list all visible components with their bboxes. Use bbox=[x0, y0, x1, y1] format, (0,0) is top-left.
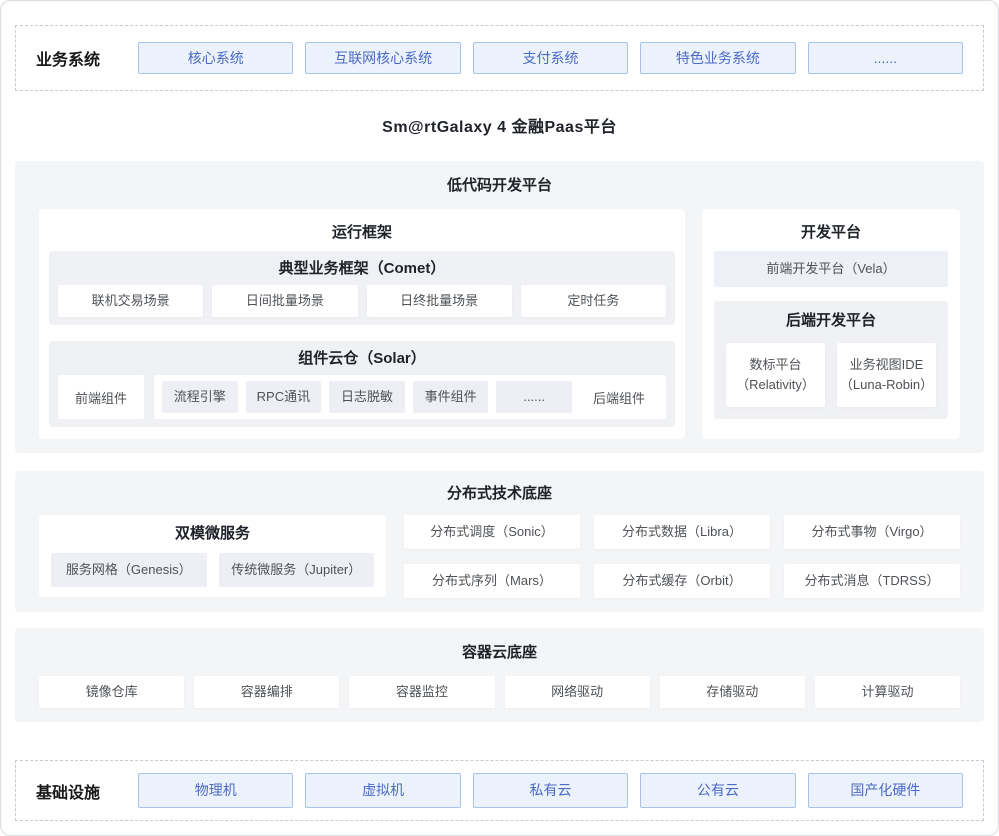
backend-dev-platform-box: 后端开发平台 数标平台 （Relativity） 业务视图IDE （Luna-R… bbox=[714, 301, 948, 419]
dev-platform-title: 开发平台 bbox=[714, 209, 948, 243]
solar-component-chip: 日志脱敏 bbox=[329, 381, 405, 413]
backend-platform-name: 业务视图IDE bbox=[850, 355, 924, 375]
dual-mode-chips: 服务网格（Genesis） 传统微服务（Jupiter） bbox=[51, 553, 374, 587]
business-system-button: 特色业务系统 bbox=[640, 42, 795, 74]
distributed-service-grid: 分布式调度（Sonic） 分布式数据（Libra） 分布式事物（Virgo） 分… bbox=[404, 515, 960, 598]
dual-mode-chip: 服务网格（Genesis） bbox=[51, 553, 207, 587]
container-cloud-section: 容器云底座 镜像仓库 容器编排 容器监控 网络驱动 存储驱动 计算驱动 bbox=[15, 628, 984, 722]
infrastructure-button: 物理机 bbox=[138, 773, 293, 808]
container-cloud-chip: 容器监控 bbox=[349, 676, 494, 708]
solar-frontend-label: 前端组件 bbox=[58, 375, 144, 419]
backend-platform-code: （Luna-Robin） bbox=[840, 375, 933, 395]
solar-component-box: 组件云仓（Solar） 前端组件 流程引擎 RPC通讯 日 bbox=[49, 341, 675, 427]
dual-mode-chip: 传统微服务（Jupiter） bbox=[219, 553, 375, 587]
distributed-service-chip: 分布式调度（Sonic） bbox=[404, 515, 580, 549]
backend-platform-code: （Relativity） bbox=[736, 375, 815, 395]
business-systems-buttons: 核心系统 互联网核心系统 支付系统 特色业务系统 ...... bbox=[138, 42, 963, 74]
distributed-content: 双模微服务 服务网格（Genesis） 传统微服务（Jupiter） 分布式调度… bbox=[39, 515, 960, 598]
business-system-button: 支付系统 bbox=[473, 42, 628, 74]
comet-scenario-chip: 日间批量场景 bbox=[212, 285, 357, 317]
container-cloud-chip: 计算驱动 bbox=[815, 676, 960, 708]
dev-platform-box: 开发平台 前端开发平台（Vela） 后端开发平台 数标平台 （Relativit… bbox=[702, 209, 960, 439]
lowcode-platform-title: 低代码开发平台 bbox=[39, 175, 960, 197]
business-system-button: 核心系统 bbox=[138, 42, 293, 74]
business-systems-label: 业务系统 bbox=[36, 46, 126, 70]
backend-dev-platform-title: 后端开发平台 bbox=[726, 311, 936, 331]
solar-row: 前端组件 流程引擎 RPC通讯 日志脱敏 bbox=[58, 375, 666, 419]
infrastructure-button: 虚拟机 bbox=[305, 773, 460, 808]
frontend-dev-platform-chip: 前端开发平台（Vela） bbox=[714, 251, 948, 287]
dual-mode-title: 双模微服务 bbox=[51, 523, 374, 545]
distributed-service-chip: 分布式事物（Virgo） bbox=[784, 515, 960, 549]
infrastructure-label: 基础设施 bbox=[36, 779, 126, 803]
solar-component-chip: 流程引擎 bbox=[162, 381, 238, 413]
infrastructure-buttons: 物理机 虚拟机 私有云 公有云 国产化硬件 bbox=[138, 773, 963, 808]
comet-scenario-chip: 定时任务 bbox=[521, 285, 666, 317]
business-systems-row: 业务系统 核心系统 互联网核心系统 支付系统 特色业务系统 ...... bbox=[15, 25, 984, 91]
comet-scenario-chips: 联机交易场景 日间批量场景 日终批量场景 定时任务 bbox=[58, 285, 666, 317]
distributed-base-title: 分布式技术底座 bbox=[39, 483, 960, 505]
container-cloud-chip: 存储驱动 bbox=[660, 676, 805, 708]
distributed-service-chip: 分布式数据（Libra） bbox=[594, 515, 770, 549]
solar-component-chip: RPC通讯 bbox=[246, 381, 322, 413]
business-system-button: 互联网核心系统 bbox=[305, 42, 460, 74]
solar-component-chips: 流程引擎 RPC通讯 日志脱敏 事件组件 ...... bbox=[162, 381, 572, 413]
architecture-diagram-card: 业务系统 核心系统 互联网核心系统 支付系统 特色业务系统 ...... Sm@… bbox=[0, 0, 999, 836]
container-cloud-chip: 镜像仓库 bbox=[39, 676, 184, 708]
container-cloud-chips: 镜像仓库 容器编排 容器监控 网络驱动 存储驱动 计算驱动 bbox=[39, 676, 960, 708]
backend-platform-chip: 数标平台 （Relativity） bbox=[726, 343, 825, 407]
comet-framework-box: 典型业务框架（Comet） 联机交易场景 日间批量场景 日终批量场景 定时任务 bbox=[49, 251, 675, 325]
backend-platform-name: 数标平台 bbox=[749, 355, 801, 375]
runtime-framework-title: 运行框架 bbox=[49, 209, 675, 243]
distributed-service-chip: 分布式缓存（Orbit） bbox=[594, 564, 770, 598]
solar-backend-label: 后端组件 bbox=[580, 388, 658, 407]
platform-title: Sm@rtGalaxy 4 金融Paas平台 bbox=[15, 113, 984, 143]
container-cloud-chip: 容器编排 bbox=[194, 676, 339, 708]
distributed-base-section: 分布式技术底座 双模微服务 服务网格（Genesis） 传统微服务（Jupite… bbox=[15, 471, 984, 612]
infrastructure-row: 基础设施 物理机 虚拟机 私有云 公有云 国产化硬件 bbox=[15, 760, 984, 821]
runtime-framework-box: 运行框架 典型业务框架（Comet） 联机交易场景 日间批量场景 日终批量场景 … bbox=[39, 209, 685, 439]
comet-scenario-chip: 日终批量场景 bbox=[367, 285, 512, 317]
infrastructure-button: 私有云 bbox=[473, 773, 628, 808]
comet-scenario-chip: 联机交易场景 bbox=[58, 285, 203, 317]
container-cloud-title: 容器云底座 bbox=[39, 642, 960, 664]
distributed-service-chip: 分布式序列（Mars） bbox=[404, 564, 580, 598]
infrastructure-button: 公有云 bbox=[640, 773, 795, 808]
backend-platform-chips: 数标平台 （Relativity） 业务视图IDE （Luna-Robin） bbox=[726, 343, 936, 407]
backend-platform-chip: 业务视图IDE （Luna-Robin） bbox=[837, 343, 936, 407]
distributed-service-chip: 分布式消息（TDRSS） bbox=[784, 564, 960, 598]
business-system-button: ...... bbox=[808, 42, 963, 74]
infrastructure-button: 国产化硬件 bbox=[808, 773, 963, 808]
solar-component-chip: ...... bbox=[496, 381, 572, 413]
solar-component-chip: 事件组件 bbox=[413, 381, 489, 413]
dual-mode-microservice-box: 双模微服务 服务网格（Genesis） 传统微服务（Jupiter） bbox=[39, 515, 386, 597]
lowcode-platform-section: 低代码开发平台 运行框架 典型业务框架（Comet） 联机交易场景 日间批量场景… bbox=[15, 161, 984, 453]
solar-backend-strip: 流程引擎 RPC通讯 日志脱敏 事件组件 ...... 后 bbox=[154, 375, 666, 419]
lowcode-content: 运行框架 典型业务框架（Comet） 联机交易场景 日间批量场景 日终批量场景 … bbox=[39, 209, 960, 439]
container-cloud-chip: 网络驱动 bbox=[505, 676, 650, 708]
comet-framework-title: 典型业务框架（Comet） bbox=[58, 259, 666, 279]
solar-component-title: 组件云仓（Solar） bbox=[58, 349, 666, 369]
